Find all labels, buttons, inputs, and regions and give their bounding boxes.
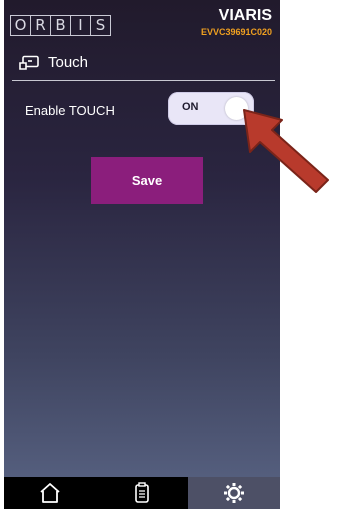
enable-touch-label: Enable TOUCH <box>25 103 115 118</box>
logo-letter: S <box>95 16 106 34</box>
logo-letter: B <box>51 16 71 35</box>
save-button[interactable]: Save <box>91 157 203 204</box>
section-title: Touch <box>48 54 89 71</box>
nav-home[interactable] <box>4 477 96 509</box>
nav-settings[interactable] <box>188 477 280 509</box>
brand-block: VIARIS EVVC39691C020 <box>200 7 272 38</box>
app-screen: O R B I S VIARIS EVVC39691C020 Touch Ena… <box>4 0 280 509</box>
home-icon <box>40 483 60 503</box>
logo-letter: I <box>71 16 91 35</box>
nav-records[interactable] <box>96 477 188 509</box>
annotation-arrow-icon <box>243 109 329 193</box>
device-serial: EVVC39691C020 <box>200 27 272 37</box>
logo-letter: R <box>31 16 51 35</box>
logo-letter: O <box>11 16 31 35</box>
section-header: Touch <box>18 54 88 71</box>
divider <box>12 80 275 81</box>
toggle-state-text: ON <box>182 101 199 113</box>
bottom-nav <box>4 477 280 509</box>
brand-name: VIARIS <box>218 7 272 24</box>
document-icon <box>135 482 149 503</box>
settings-gear-icon <box>224 483 244 503</box>
orbis-logo: O R B I S <box>10 15 111 36</box>
touch-hand-icon <box>19 55 39 70</box>
